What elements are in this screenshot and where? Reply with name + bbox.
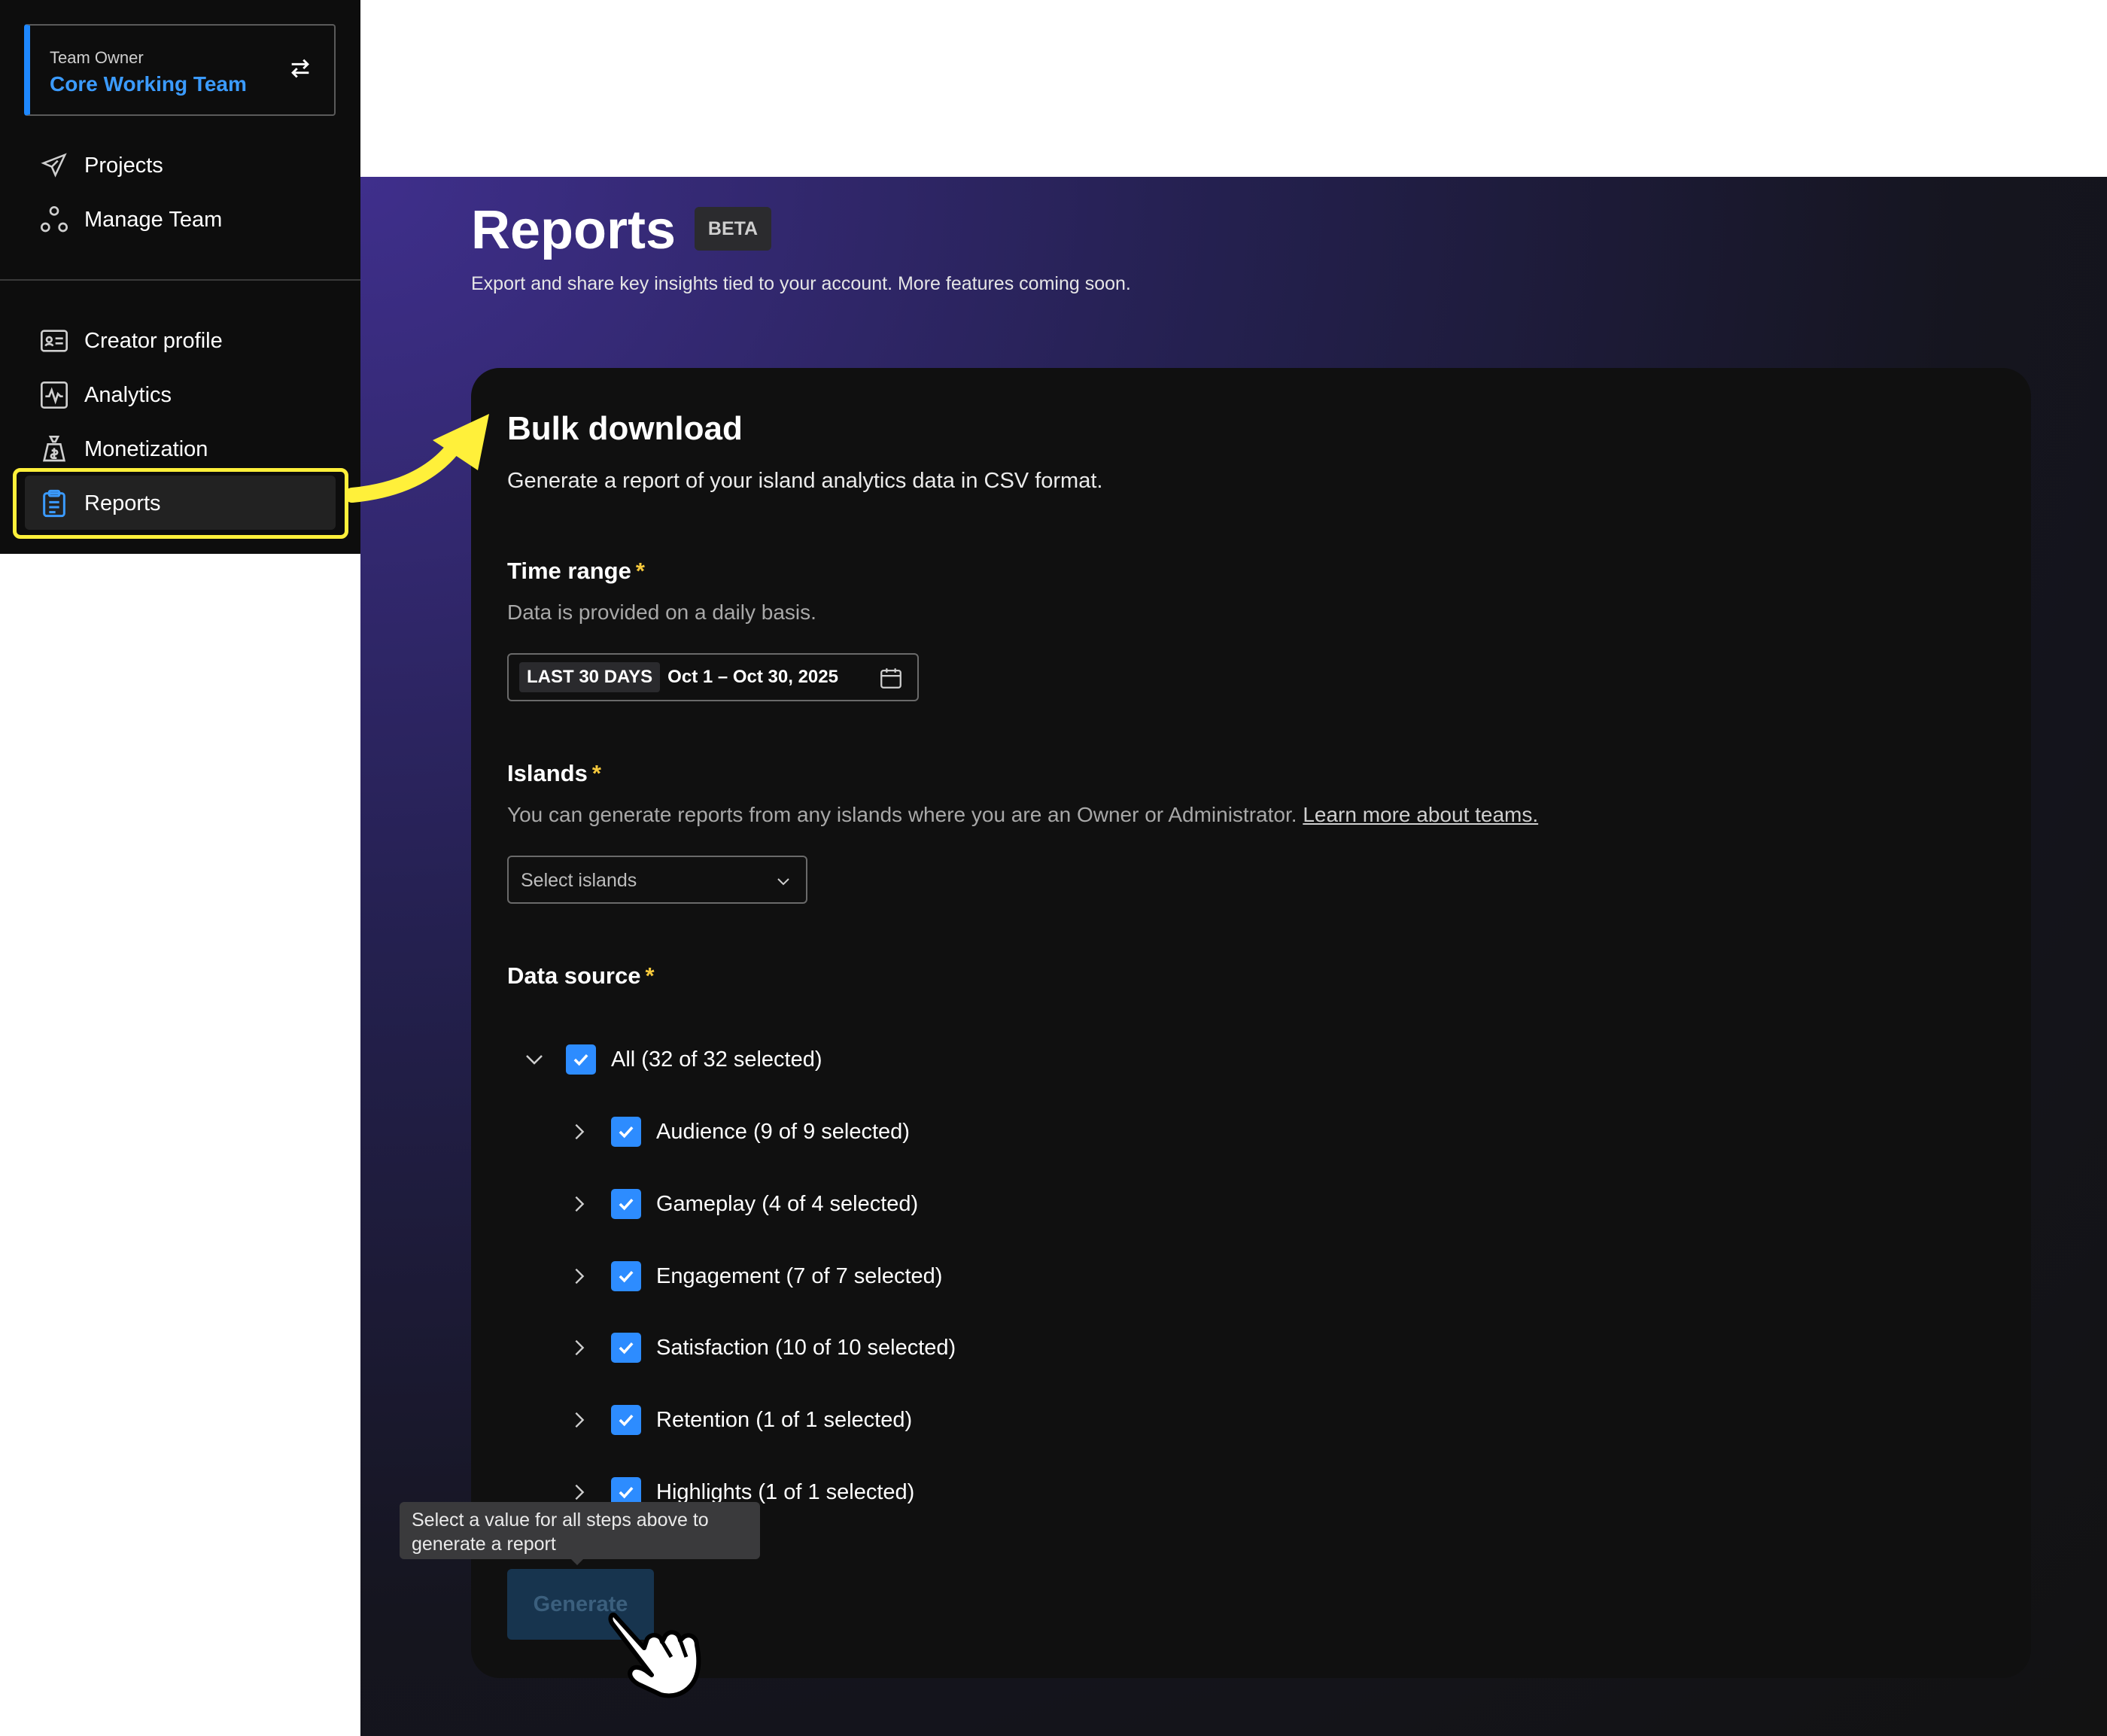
checkbox-satisfaction[interactable] [611, 1333, 641, 1363]
card-subtitle: Generate a report of your island analyti… [507, 469, 1103, 493]
tree-row-retention[interactable]: Retention (1 of 1 selected) [566, 1402, 912, 1438]
tree-row-all[interactable]: All (32 of 32 selected) [521, 1041, 822, 1078]
sidebar-item-monetization[interactable]: Monetization [36, 425, 208, 473]
checkbox-engagement[interactable] [611, 1261, 641, 1291]
sidebar: Team Owner Core Working Team Projects Ma… [0, 0, 360, 554]
sidebar-item-label: Manage Team [84, 207, 223, 232]
tree-row-label: Satisfaction (10 of 10 selected) [656, 1335, 956, 1360]
required-marker: * [645, 962, 655, 989]
sidebar-item-projects[interactable]: Projects [36, 141, 163, 190]
tree-row-label: All (32 of 32 selected) [611, 1047, 822, 1072]
sidebar-divider [0, 279, 360, 281]
data-source-label-text: Data source [507, 962, 641, 989]
profile-card-icon [36, 323, 72, 359]
required-marker: * [635, 558, 645, 584]
team-icon [36, 202, 72, 238]
team-switcher[interactable]: Team Owner Core Working Team [24, 24, 336, 116]
chevron-down-icon [777, 878, 789, 886]
chevron-right-icon[interactable] [566, 1263, 593, 1290]
tree-row-label: Audience (9 of 9 selected) [656, 1119, 910, 1144]
sidebar-item-label: Creator profile [84, 328, 223, 353]
islands-help: You can generate reports from any island… [507, 803, 1538, 827]
tree-row-label: Engagement (7 of 7 selected) [656, 1263, 943, 1288]
page-title: Reports [471, 200, 676, 260]
tree-row-label: Highlights (1 of 1 selected) [656, 1479, 915, 1504]
tree-row-label: Retention (1 of 1 selected) [656, 1407, 913, 1432]
time-range-help: Data is provided on a daily basis. [507, 600, 816, 624]
time-range-label-text: Time range [507, 558, 631, 584]
beta-badge: BETA [695, 207, 771, 251]
date-range-picker[interactable]: LAST 30 DAYS Oct 1 – Oct 30, 2025 [507, 653, 919, 701]
range-dates: Oct 1 – Oct 30, 2025 [667, 667, 838, 687]
team-role: Team Owner [50, 48, 144, 67]
tree-row-label: Gameplay (4 of 4 selected) [656, 1191, 919, 1216]
generate-tooltip: Select a value for all steps above to ge… [400, 1502, 760, 1559]
islands-label: Islands * [507, 760, 601, 787]
swap-icon[interactable] [287, 56, 313, 81]
money-bag-icon [36, 431, 72, 467]
chevron-right-icon[interactable] [566, 1118, 593, 1145]
annotation-arrow-icon [346, 414, 489, 503]
sidebar-item-creator-profile[interactable]: Creator profile [36, 317, 223, 365]
calendar-icon[interactable] [878, 665, 904, 691]
send-icon [36, 147, 72, 184]
tree-row-audience[interactable]: Audience (9 of 9 selected) [566, 1114, 910, 1150]
chevron-right-icon[interactable] [566, 1406, 593, 1433]
chevron-right-icon[interactable] [566, 1334, 593, 1361]
sidebar-item-manage-team[interactable]: Manage Team [36, 196, 222, 244]
sidebar-item-label: Analytics [84, 382, 172, 407]
islands-select-placeholder: Select islands [521, 870, 637, 891]
checkbox-gameplay[interactable] [611, 1189, 641, 1219]
data-source-label: Data source * [507, 962, 655, 990]
bulk-download-card: Bulk download Generate a report of your … [471, 368, 2031, 1678]
time-range-label: Time range * [507, 558, 645, 585]
hand-pointer-icon [608, 1613, 701, 1698]
islands-select[interactable]: Select islands [507, 856, 807, 904]
checkbox-retention[interactable] [611, 1405, 641, 1435]
reports-highlight-box [13, 468, 348, 539]
sidebar-item-label: Monetization [84, 436, 208, 461]
sidebar-item-label: Projects [84, 153, 163, 178]
islands-help-text: You can generate reports from any island… [507, 803, 1297, 826]
chevron-right-icon[interactable] [566, 1190, 593, 1218]
analytics-icon [36, 377, 72, 413]
checkbox-all[interactable] [566, 1044, 596, 1075]
tree-row-satisfaction[interactable]: Satisfaction (10 of 10 selected) [566, 1330, 956, 1366]
checkbox-audience[interactable] [611, 1117, 641, 1147]
chevron-down-icon[interactable] [521, 1046, 548, 1073]
team-name: Core Working Team [50, 72, 247, 96]
islands-label-text: Islands [507, 760, 588, 786]
sidebar-item-analytics[interactable]: Analytics [36, 371, 172, 419]
card-title: Bulk download [507, 410, 743, 447]
page-subtitle: Export and share key insights tied to yo… [471, 273, 1131, 294]
learn-more-teams-link[interactable]: Learn more about teams. [1303, 803, 1538, 826]
required-marker: * [591, 760, 601, 786]
tooltip-tail [570, 1558, 585, 1565]
tree-row-gameplay[interactable]: Gameplay (4 of 4 selected) [566, 1186, 918, 1222]
range-preset-chip: LAST 30 DAYS [519, 662, 661, 692]
tree-row-engagement[interactable]: Engagement (7 of 7 selected) [566, 1258, 942, 1294]
